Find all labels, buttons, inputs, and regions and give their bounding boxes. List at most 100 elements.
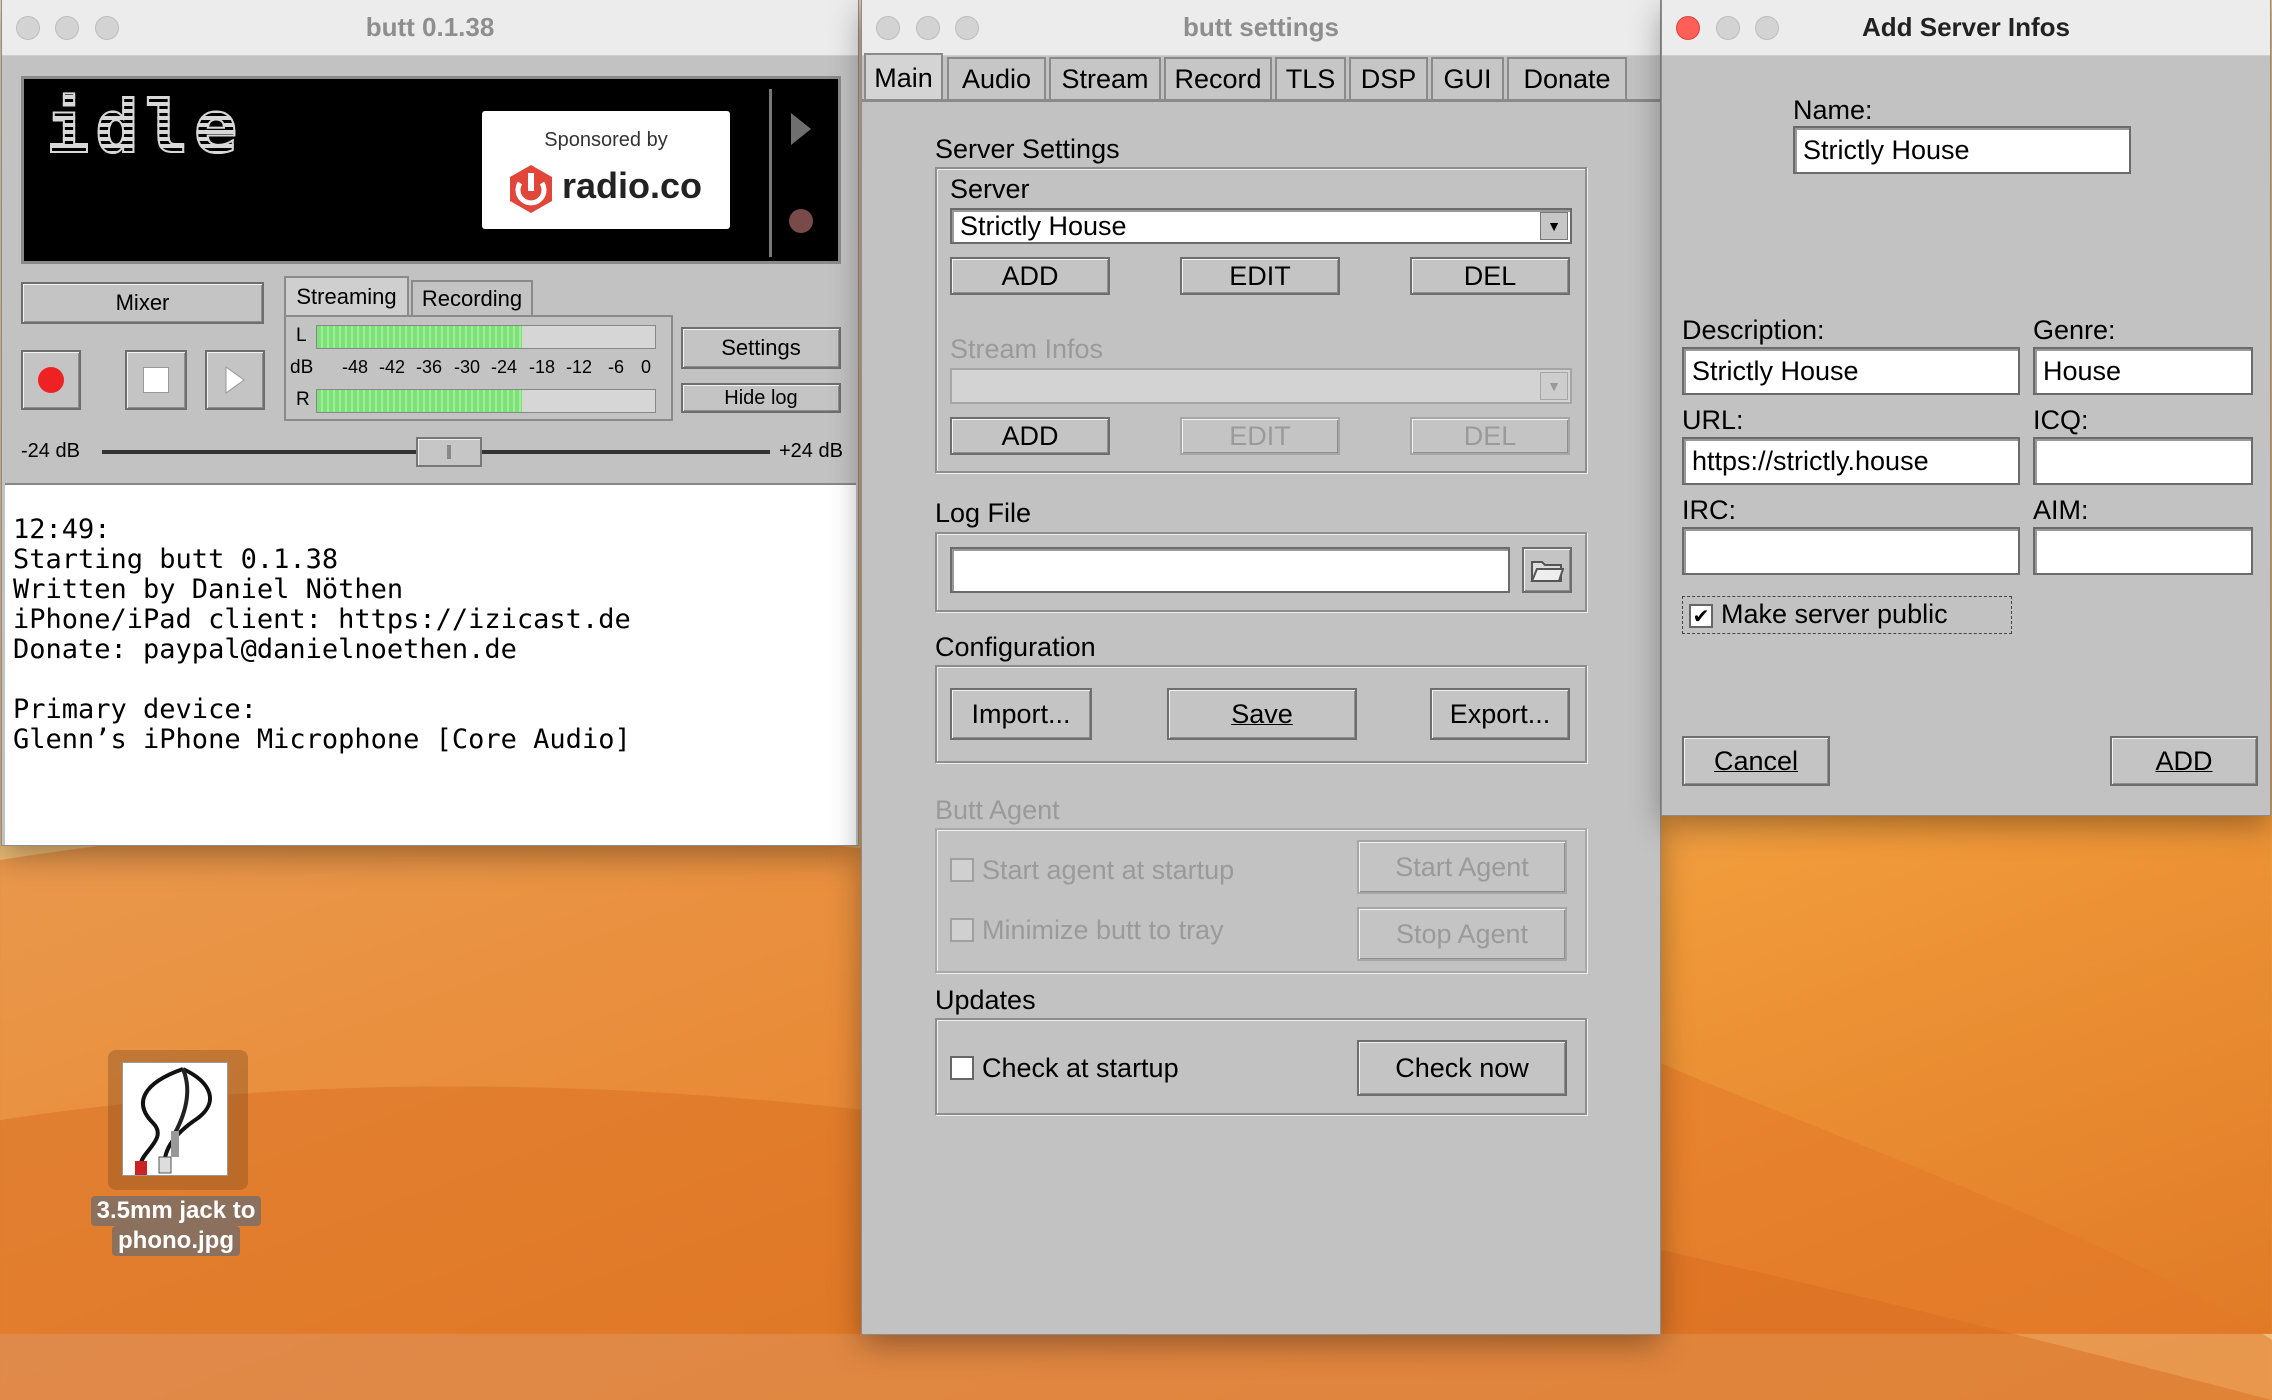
- url-field[interactable]: https://strictly.house: [1682, 437, 2020, 485]
- tab-gui[interactable]: GUI: [1431, 57, 1504, 99]
- export-button[interactable]: Export...: [1430, 688, 1570, 740]
- hide-log-button[interactable]: Hide log: [681, 383, 841, 413]
- vu-tick-label: -36: [416, 357, 443, 377]
- stop-agent-button: Stop Agent: [1357, 907, 1567, 961]
- vu-tick-label: -24: [491, 357, 518, 377]
- server-del-button[interactable]: DEL: [1410, 257, 1570, 295]
- add-server-titlebar: Add Server Infos: [1662, 0, 2270, 56]
- vu-label-l: L: [296, 325, 307, 346]
- vu-tick-label: -6: [608, 357, 625, 377]
- main-titlebar: butt 0.1.38: [2, 0, 858, 56]
- vu-tick-label: -42: [379, 357, 406, 377]
- aim-field[interactable]: [2033, 527, 2253, 575]
- cancel-button[interactable]: Cancel: [1682, 736, 1830, 786]
- log-line: Glenn’s iPhone Microphone [Core Audio]: [13, 724, 631, 755]
- check-now-button[interactable]: Check now: [1357, 1040, 1567, 1096]
- radioco-logo-icon: [510, 165, 552, 213]
- tab-donate[interactable]: Donate: [1507, 57, 1627, 99]
- tab-baseline: [862, 99, 1660, 102]
- tab-dsp[interactable]: DSP: [1349, 57, 1428, 99]
- make-public-label: Make server public: [1721, 599, 1948, 629]
- description-label: Description:: [1682, 315, 1825, 345]
- play-button[interactable]: [205, 350, 265, 410]
- log-line: iPhone/iPad client: https://izicast.de: [13, 604, 631, 635]
- browse-folder-button[interactable]: [1522, 547, 1572, 593]
- record-dot-icon: [38, 367, 64, 393]
- server-settings-title: Server Settings: [935, 134, 1120, 164]
- log-line: Donate: paypal@danielnoethen.de: [13, 634, 517, 665]
- stop-button[interactable]: [125, 350, 187, 410]
- settings-button[interactable]: Settings: [681, 327, 841, 369]
- icq-field[interactable]: [2033, 437, 2253, 485]
- genre-label: Genre:: [2033, 315, 2116, 345]
- file-name-line2: phono.jpg: [112, 1226, 240, 1256]
- file-name-label: 3.5mm jack to phono.jpg: [80, 1196, 272, 1256]
- mixer-button[interactable]: Mixer: [21, 282, 264, 324]
- start-agent-startup-checkbox: [950, 858, 974, 882]
- vu-bar-right-fill: [317, 390, 522, 412]
- description-field[interactable]: Strictly House: [1682, 347, 2020, 395]
- start-agent-button: Start Agent: [1357, 840, 1567, 894]
- vu-label-r: R: [296, 389, 310, 410]
- expand-arrow-icon[interactable]: [789, 109, 813, 149]
- log-line: Written by Daniel Nöthen: [13, 574, 404, 605]
- log-file-input[interactable]: [950, 547, 1510, 593]
- url-label: URL:: [1682, 405, 1744, 435]
- file-thumbnail-frame: [108, 1050, 248, 1190]
- genre-field[interactable]: House: [2033, 347, 2253, 395]
- stream-infos-label: Stream Infos: [950, 334, 1104, 364]
- window-title: butt 0.1.38: [365, 12, 495, 42]
- vu-tick-label: -48: [342, 357, 369, 377]
- minimize-tray-label: Minimize butt to tray: [982, 915, 1224, 945]
- window-title: Add Server Infos: [1861, 12, 2071, 42]
- start-agent-startup-label: Start agent at startup: [982, 855, 1235, 885]
- vu-tick-label: -18: [529, 357, 556, 377]
- server-select[interactable]: Strictly House ▼: [950, 208, 1572, 244]
- vu-bar-left: [316, 325, 656, 349]
- save-button-label: Save: [1231, 698, 1293, 729]
- dropdown-arrow-icon[interactable]: ▼: [1540, 212, 1568, 240]
- gain-min-label: -24 dB: [21, 440, 80, 462]
- desktop-file[interactable]: 3.5mm jack to phono.jpg: [80, 1050, 272, 1270]
- tab-recording[interactable]: Recording: [411, 280, 533, 316]
- make-public-option[interactable]: ✔ Make server public: [1682, 596, 2012, 634]
- record-button[interactable]: [21, 350, 81, 410]
- status-display: idle Sponsored by radio.co: [21, 76, 841, 264]
- check-startup-checkbox[interactable]: [950, 1056, 974, 1080]
- name-label: Name:: [1793, 95, 1873, 125]
- tab-main[interactable]: Main: [864, 53, 943, 101]
- tab-audio[interactable]: Audio: [947, 57, 1046, 99]
- server-edit-button[interactable]: EDIT: [1180, 257, 1340, 295]
- stream-infos-add-button[interactable]: ADD: [950, 417, 1110, 455]
- window-title: butt settings: [1183, 12, 1339, 42]
- sponsor-text: Sponsored by: [544, 129, 668, 151]
- server-select-value: Strictly House: [960, 210, 1127, 241]
- tab-stream[interactable]: Stream: [1049, 57, 1161, 99]
- gain-slider-thumb[interactable]: [416, 437, 483, 467]
- tab-record[interactable]: Record: [1164, 57, 1272, 99]
- configuration-title: Configuration: [935, 632, 1096, 662]
- vu-tick-label: 0: [641, 357, 652, 377]
- server-add-button[interactable]: ADD: [950, 257, 1110, 295]
- audio-cable-icon: [135, 1067, 212, 1175]
- vu-label-db: dB: [290, 357, 314, 378]
- gain-max-label: +24 dB: [779, 440, 843, 462]
- import-button[interactable]: Import...: [950, 688, 1092, 740]
- make-public-checkbox[interactable]: ✔: [1689, 604, 1713, 628]
- icq-label: ICQ:: [2033, 405, 2089, 435]
- irc-field[interactable]: [1682, 527, 2020, 575]
- vu-bar-left-fill: [317, 326, 522, 348]
- butt-agent-title: Butt Agent: [935, 795, 1060, 825]
- save-button[interactable]: Save: [1167, 688, 1357, 740]
- folder-icon: [1530, 561, 1564, 582]
- tab-tls[interactable]: TLS: [1275, 57, 1346, 99]
- stream-infos-select: ▼: [950, 368, 1572, 404]
- log-file-title: Log File: [935, 498, 1032, 528]
- tab-streaming[interactable]: Streaming: [284, 276, 409, 316]
- add-server-button[interactable]: ADD: [2110, 736, 2258, 786]
- aim-label: AIM:: [2033, 495, 2089, 525]
- vu-tick-label: -12: [566, 357, 593, 377]
- log-output: 12:49: Starting butt 0.1.38 Written by D…: [5, 483, 856, 845]
- name-field[interactable]: Strictly House: [1793, 126, 2131, 174]
- file-thumbnail: [122, 1062, 228, 1176]
